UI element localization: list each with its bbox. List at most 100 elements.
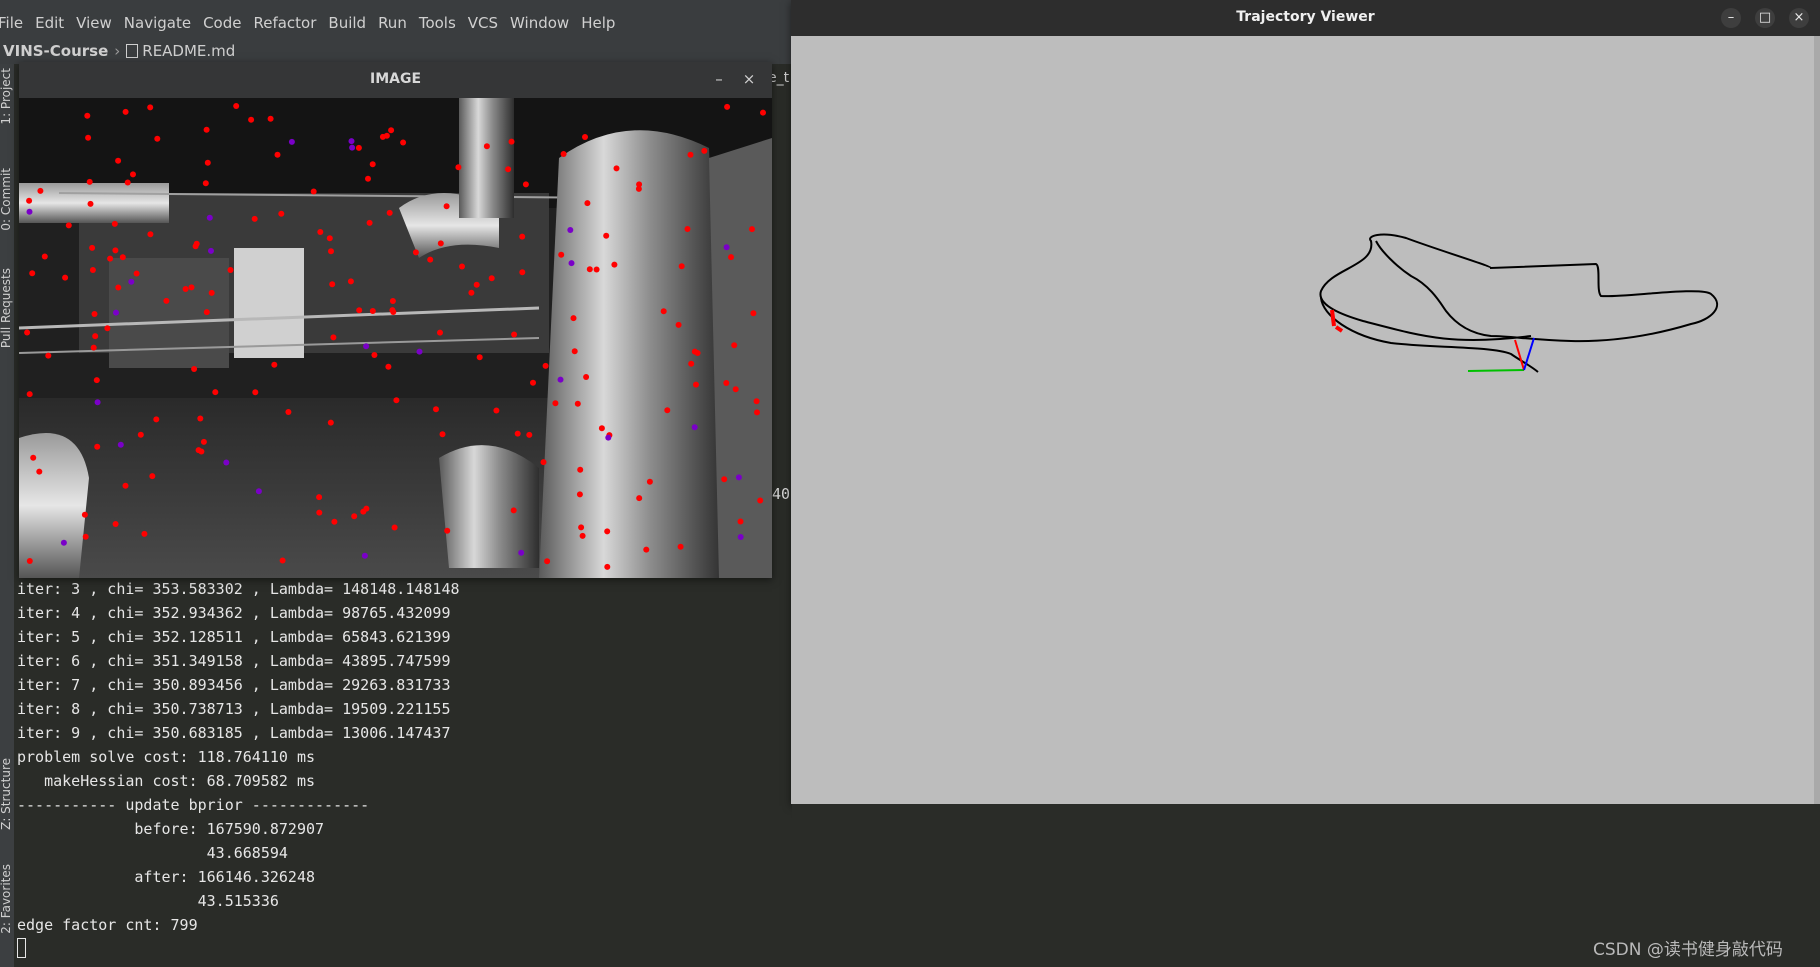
feature-point: [586, 266, 593, 273]
feature-point: [737, 518, 744, 525]
menu-refactor[interactable]: Refactor: [253, 14, 316, 32]
feature-point: [94, 443, 101, 450]
feature-point: [351, 513, 358, 520]
feature-point: [693, 381, 699, 388]
menu-code[interactable]: Code: [203, 14, 241, 32]
feature-point: [361, 552, 368, 559]
feature-point: [757, 497, 764, 504]
feature-point: [701, 147, 708, 154]
feature-point: [611, 261, 618, 268]
menu-tools[interactable]: Tools: [419, 14, 456, 32]
feature-point: [223, 459, 230, 466]
feature-point: [81, 511, 88, 518]
feature-point: [522, 181, 529, 188]
feature-point: [687, 151, 694, 158]
tab-pull-requests[interactable]: Pull Requests: [0, 268, 13, 348]
maximize-icon[interactable]: □: [1755, 8, 1775, 28]
feature-point: [688, 360, 695, 367]
image-window-title: IMAGE: [369, 71, 422, 87]
feature-point: [24, 329, 31, 336]
feature-point: [279, 557, 286, 564]
feature-point: [197, 415, 204, 422]
trajectory-scrollbar[interactable]: [1814, 36, 1820, 804]
feature-point: [557, 376, 564, 383]
feature-point: [691, 424, 698, 431]
feature-point: [371, 352, 378, 358]
feature-point: [26, 391, 33, 398]
feature-point: [36, 468, 43, 475]
feature-point: [439, 431, 446, 438]
close-icon[interactable]: ×: [1789, 8, 1809, 28]
feature-point: [386, 209, 393, 216]
feature-point: [583, 374, 590, 380]
image-window[interactable]: IMAGE – ×: [18, 62, 772, 578]
feature-point: [544, 558, 551, 565]
breadcrumb-project[interactable]: VINS-Course: [3, 42, 108, 60]
feature-point: [94, 399, 101, 406]
feature-point: [86, 178, 93, 185]
feature-point: [329, 281, 336, 288]
feature-point: [636, 495, 643, 502]
terminal-output[interactable]: iter: 3 , chi= 353.583302 , Lambda= 1481…: [14, 578, 792, 967]
feature-point: [356, 307, 363, 314]
feature-point: [571, 348, 578, 355]
feature-point: [598, 425, 605, 432]
menu-edit[interactable]: Edit: [35, 14, 64, 32]
tab-favorites[interactable]: 2: Favorites: [0, 864, 13, 934]
image-window-titlebar[interactable]: IMAGE – ×: [19, 62, 772, 98]
feature-point: [605, 434, 612, 441]
trajectory-viewer-titlebar[interactable]: Trajectory Viewer – □ ×: [791, 0, 1820, 36]
menu-vcs[interactable]: VCS: [468, 14, 498, 32]
trajectory-viewer-window[interactable]: Trajectory Viewer – □ ×: [791, 0, 1820, 804]
menu-view[interactable]: View: [76, 14, 112, 32]
feature-point: [604, 528, 611, 535]
minimize-icon[interactable]: –: [1721, 8, 1741, 28]
trajectory-viewer-title: Trajectory Viewer: [1236, 9, 1375, 25]
feature-point: [89, 267, 96, 273]
menu-run[interactable]: Run: [378, 14, 407, 32]
feature-point: [379, 133, 386, 140]
feature-point: [278, 210, 285, 217]
feature-point: [483, 143, 490, 150]
vertical-pipe: [459, 98, 514, 218]
small-tank: [439, 445, 539, 568]
feature-point: [107, 255, 114, 262]
trajectory-red-marker-2: [1334, 325, 1344, 333]
tab-structure[interactable]: Z: Structure: [0, 758, 13, 830]
menu-build[interactable]: Build: [328, 14, 366, 32]
trajectory-canvas[interactable]: [791, 36, 1820, 804]
breadcrumb-file[interactable]: README.md: [142, 42, 235, 60]
feature-point: [149, 473, 156, 480]
feature-point: [459, 263, 465, 270]
feature-point: [603, 232, 610, 239]
feature-point: [271, 361, 278, 368]
terminal-line: ----------- update bprior -------------: [17, 796, 370, 814]
feature-point: [584, 200, 591, 207]
feature-point: [182, 286, 189, 292]
menu-help[interactable]: Help: [581, 14, 615, 32]
feature-point: [92, 333, 99, 340]
feature-point: [391, 524, 398, 531]
menu-file[interactable]: File: [0, 14, 23, 32]
feature-point: [327, 419, 334, 426]
menu-navigate[interactable]: Navigate: [124, 14, 191, 32]
feature-point: [89, 244, 96, 251]
feature-point: [388, 127, 395, 134]
feature-point: [147, 104, 154, 111]
feature-point: [604, 563, 611, 570]
breadcrumb-separator: ›: [114, 42, 121, 60]
tab-project[interactable]: 1: Project: [0, 68, 13, 125]
feature-point: [206, 214, 213, 221]
minimize-icon[interactable]: –: [709, 69, 729, 89]
feature-point: [255, 488, 262, 495]
watermark: CSDN @读书健身敲代码: [1593, 940, 1783, 960]
tab-commit[interactable]: 0: Commit: [0, 168, 13, 231]
terminal-line: after: 166146.326248: [17, 868, 316, 886]
close-icon[interactable]: ×: [739, 69, 759, 89]
feature-point: [153, 416, 160, 423]
feature-point: [558, 251, 565, 258]
feature-point: [212, 389, 219, 396]
feature-point: [41, 253, 48, 260]
trajectory-path-lower: [1320, 297, 1539, 373]
menu-window[interactable]: Window: [510, 14, 569, 32]
